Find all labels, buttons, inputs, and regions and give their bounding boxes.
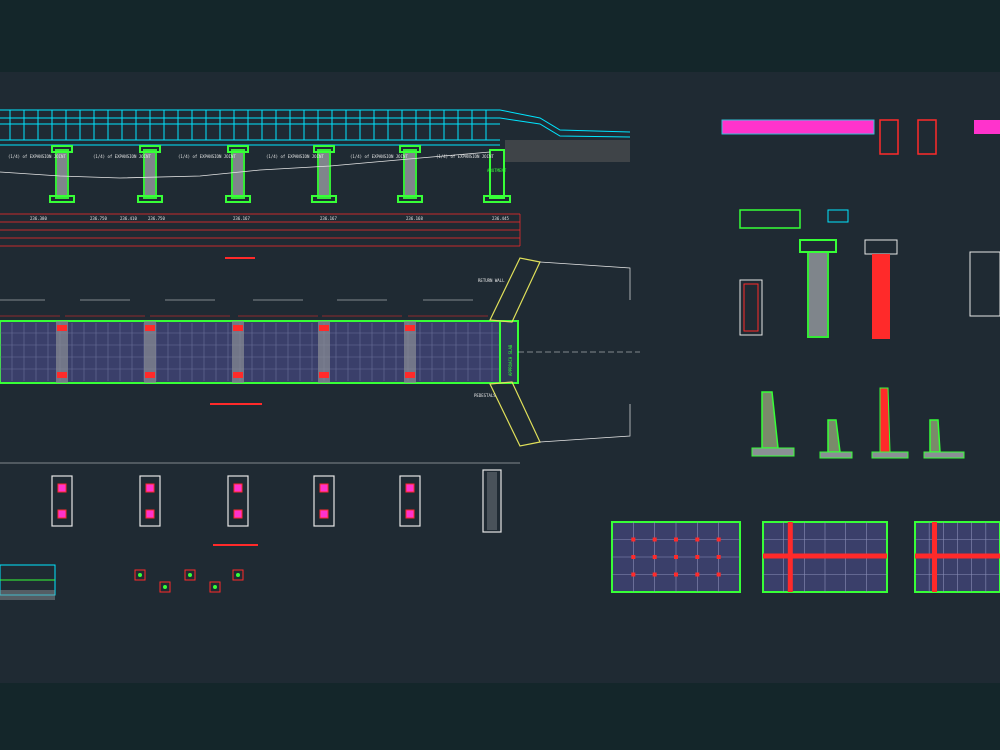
anchor-plate <box>145 509 155 519</box>
bearing-pad <box>57 372 67 378</box>
anchor-plate <box>233 483 243 493</box>
anchor-plate <box>145 483 155 493</box>
slab-node <box>716 572 721 577</box>
pier-section-details <box>739 239 1000 339</box>
slab-node <box>652 555 657 559</box>
slab-node <box>631 572 636 577</box>
level-table: 236.380 236.750 236.410 236.750 236.167 236.1… <box>0 213 521 259</box>
slab-node <box>631 537 636 542</box>
span-note: (1/4) of EXPANSION JOINT <box>266 154 324 159</box>
bearing-pad <box>145 325 155 331</box>
bearing-pad <box>145 372 155 378</box>
level-value: 236.167 <box>320 216 337 221</box>
slab-reinforcement-plans <box>611 521 1000 593</box>
pedestal-details <box>0 462 520 546</box>
slab-node <box>674 537 678 542</box>
bearing-pad <box>319 372 329 378</box>
bearing-pad <box>57 325 67 331</box>
bearing-pad <box>319 325 329 331</box>
slab-beam <box>915 553 1000 559</box>
anchor-plate <box>319 509 329 519</box>
anchor-plate <box>233 509 243 519</box>
retaining-wall-sections <box>751 387 965 459</box>
slab-node <box>674 572 678 577</box>
level-value: 236.445 <box>492 216 509 221</box>
bearing-pad <box>405 325 415 331</box>
level-value: 236.750 <box>90 216 107 221</box>
slab-node <box>652 572 657 577</box>
slab-node <box>695 555 700 559</box>
span-note: (1/4) of EXPANSION JOINT <box>350 154 408 159</box>
level-value: 236.168 <box>406 216 423 221</box>
cad-drawing-sheet: ABUTMENT (1/4) of EXPANSION JOINT (1/4) o… <box>0 0 1000 750</box>
slab-node <box>631 555 636 559</box>
slab-node <box>652 537 657 542</box>
anchor-plate <box>319 483 329 493</box>
anchor-plate <box>57 483 67 493</box>
approach-slab-label: APPROACH SLAB <box>508 344 513 376</box>
slab-node <box>695 572 700 577</box>
bearing-pad <box>405 372 415 378</box>
slab-node <box>716 537 721 542</box>
anchor-plate <box>405 483 415 493</box>
span-note: (1/4) of EXPANSION JOINT <box>93 154 151 159</box>
bearing-dot <box>138 573 142 577</box>
bridge-elevation: ABUTMENT (1/4) of EXPANSION JOINT (1/4) o… <box>0 109 631 203</box>
bearing-dot <box>236 573 240 577</box>
span-note: (1/4) of EXPANSION JOINT <box>178 154 236 159</box>
bridge-plan: APPROACH SLAB PEDESTALS RETURN WALL <box>0 257 640 447</box>
bearing-pad <box>233 325 243 331</box>
slab-node <box>674 555 678 559</box>
slab-node <box>716 555 721 559</box>
level-value: 236.750 <box>148 216 165 221</box>
level-value: 236.167 <box>233 216 250 221</box>
span-note: (1/4) of EXPANSION JOINT <box>436 154 494 159</box>
anchor-plate <box>57 509 67 519</box>
bearing-dot <box>163 585 167 589</box>
abutment-label: ABUTMENT <box>487 168 507 173</box>
anchor-plate <box>405 509 415 519</box>
slab-node <box>695 537 700 542</box>
bearing-dot <box>213 585 217 589</box>
bearing-dot <box>188 573 192 577</box>
return-wall-label: RETURN WALL <box>478 278 505 283</box>
level-value: 236.380 <box>30 216 47 221</box>
span-note: (1/4) of EXPANSION JOINT <box>8 154 66 159</box>
level-value: 236.410 <box>120 216 137 221</box>
slab-beam <box>763 553 887 559</box>
bearing-pad <box>233 372 243 378</box>
bearing-details <box>0 564 244 600</box>
deck-section-details <box>721 119 1000 229</box>
pedestal-label: PEDESTALS <box>474 393 496 398</box>
drawing-canvas: ABUTMENT (1/4) of EXPANSION JOINT (1/4) o… <box>0 109 1000 600</box>
